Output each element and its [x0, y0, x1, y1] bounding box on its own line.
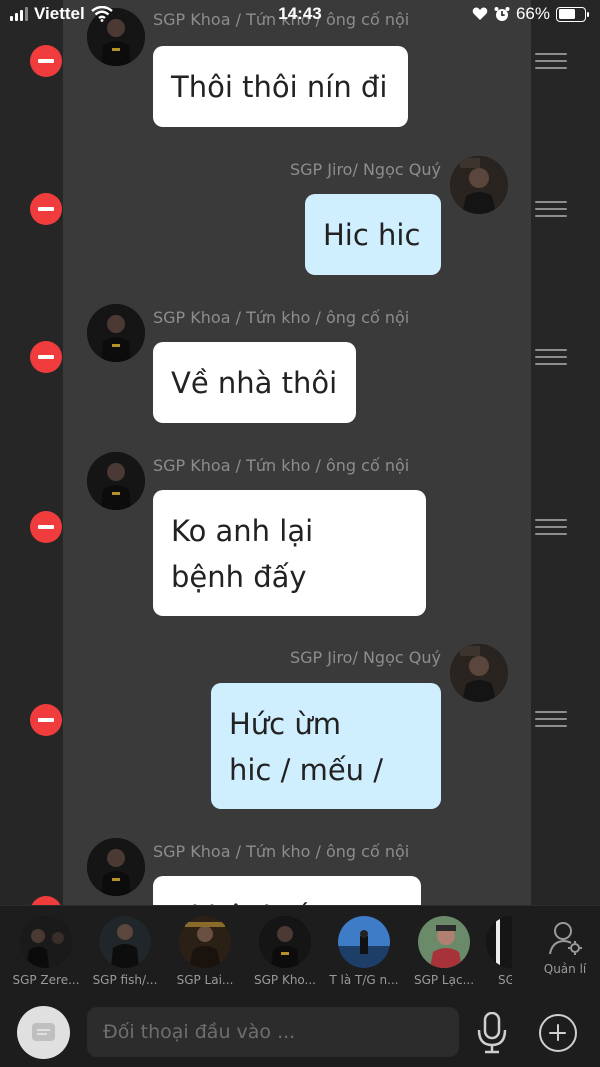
- contact-item[interactable]: SG: [486, 916, 512, 987]
- drag-handle-icon[interactable]: [535, 53, 567, 71]
- contact-item[interactable]: SGP fish/...: [87, 916, 163, 987]
- sender-name: SGP Jiro/ Ngọc Quý: [290, 160, 441, 179]
- message-row: SGP Khoa / Tứn kho / ông cố nội Bị bệnh …: [0, 832, 600, 905]
- avatar[interactable]: [87, 838, 145, 896]
- drag-handle-icon[interactable]: [535, 519, 567, 537]
- avatar[interactable]: [450, 644, 508, 702]
- message-row: SGP Jiro/ Ngọc Quý Hức ừm hic / mếu /: [0, 638, 600, 818]
- avatar: [338, 916, 390, 968]
- message-row: SGP Khoa / Tứn kho / ông cố nội Về nhà t…: [0, 298, 600, 438]
- contact-item[interactable]: SGP Lạc...: [406, 916, 482, 987]
- avatar: [99, 916, 151, 968]
- contact-name: SGP Lạc...: [413, 973, 475, 987]
- message-text: Thôi thôi nín đi: [171, 70, 388, 104]
- status-bar: Viettel 14:43 66%: [0, 0, 600, 30]
- delete-message-button[interactable]: [30, 45, 62, 77]
- sender-name: SGP Khoa / Tứn kho / ông cố nội: [153, 842, 410, 861]
- compose-button[interactable]: [17, 1006, 70, 1059]
- avatar: [20, 916, 72, 968]
- manage-label: Quản lí: [543, 962, 587, 976]
- contact-item[interactable]: SGP Zere...: [8, 916, 84, 987]
- message-input[interactable]: [87, 1007, 459, 1057]
- message-bubble[interactable]: Về nhà thôi: [153, 342, 356, 423]
- input-bar: [0, 1000, 600, 1067]
- status-right: 66%: [472, 4, 589, 24]
- alarm-icon: [494, 7, 510, 21]
- microphone-icon: [477, 1011, 507, 1054]
- avatar: [259, 916, 311, 968]
- drag-handle-icon[interactable]: [535, 349, 567, 367]
- message-bubble[interactable]: Bị bệnh ấy: [153, 876, 421, 905]
- message-text: Hức ừm: [229, 707, 341, 741]
- contact-item[interactable]: SGP Kho...: [247, 916, 323, 987]
- contacts-bar[interactable]: SGP Zere... SGP fish/... SGP Lai... SGP …: [0, 905, 600, 1000]
- delete-message-button[interactable]: [30, 896, 62, 905]
- sender-name: SGP Khoa / Tứn kho / ông cố nội: [153, 456, 410, 475]
- contact-item[interactable]: SGP Lai...: [167, 916, 243, 987]
- message-icon: [32, 1023, 55, 1041]
- message-list[interactable]: SGP Khoa / Tứn kho / ông cố nội Thôi thô…: [0, 0, 600, 905]
- avatar: [486, 916, 512, 968]
- avatar[interactable]: [450, 156, 508, 214]
- user-settings-icon: [549, 922, 582, 955]
- manage-button[interactable]: Quản lí: [535, 920, 595, 976]
- delete-message-button[interactable]: [30, 511, 62, 543]
- message-bubble[interactable]: Ko anh lại bệnh đấy: [153, 490, 426, 616]
- message-text: bệnh đấy: [171, 560, 307, 594]
- delete-message-button[interactable]: [30, 193, 62, 225]
- message-row: SGP Jiro/ Ngọc Quý Hic hic: [0, 150, 600, 290]
- avatar: [418, 916, 470, 968]
- delete-message-button[interactable]: [30, 341, 62, 373]
- battery-percent: 66%: [515, 4, 550, 23]
- contact-name: SGP Kho...: [253, 973, 316, 987]
- contact-name: SG: [498, 973, 512, 987]
- avatar: [179, 916, 231, 968]
- message-text: Về nhà thôi: [171, 366, 338, 400]
- contact-name: T là T/G n...: [329, 973, 399, 987]
- message-text: Bị bệnh ấy: [171, 894, 403, 905]
- heart-icon: [472, 7, 488, 20]
- avatar[interactable]: [87, 452, 145, 510]
- sender-name: SGP Jiro/ Ngọc Quý: [290, 648, 441, 667]
- message-row: SGP Khoa / Tứn kho / ông cố nội Ko anh l…: [0, 446, 600, 626]
- message-text: Hic hic: [323, 218, 421, 252]
- add-button[interactable]: [539, 1014, 577, 1052]
- contact-name: SGP fish/...: [92, 973, 158, 987]
- sender-name: SGP Khoa / Tứn kho / ông cố nội: [153, 308, 410, 327]
- message-bubble[interactable]: Hic hic: [305, 194, 441, 275]
- drag-handle-icon[interactable]: [535, 201, 567, 219]
- delete-message-button[interactable]: [30, 704, 62, 736]
- drag-handle-icon[interactable]: [535, 711, 567, 729]
- contact-name: SGP Zere...: [12, 973, 80, 987]
- message-bubble[interactable]: Hức ừm hic / mếu /: [211, 683, 441, 809]
- microphone-button[interactable]: [476, 1011, 508, 1054]
- message-text: hic / mếu /: [229, 753, 384, 787]
- message-bubble[interactable]: Thôi thôi nín đi: [153, 46, 408, 127]
- battery-level: [558, 9, 575, 19]
- message-text: Ko anh lại: [171, 514, 314, 548]
- contact-name: SGP Lai...: [176, 973, 234, 987]
- contact-item[interactable]: T là T/G n...: [326, 916, 402, 987]
- avatar[interactable]: [87, 304, 145, 362]
- battery-icon: [556, 6, 589, 22]
